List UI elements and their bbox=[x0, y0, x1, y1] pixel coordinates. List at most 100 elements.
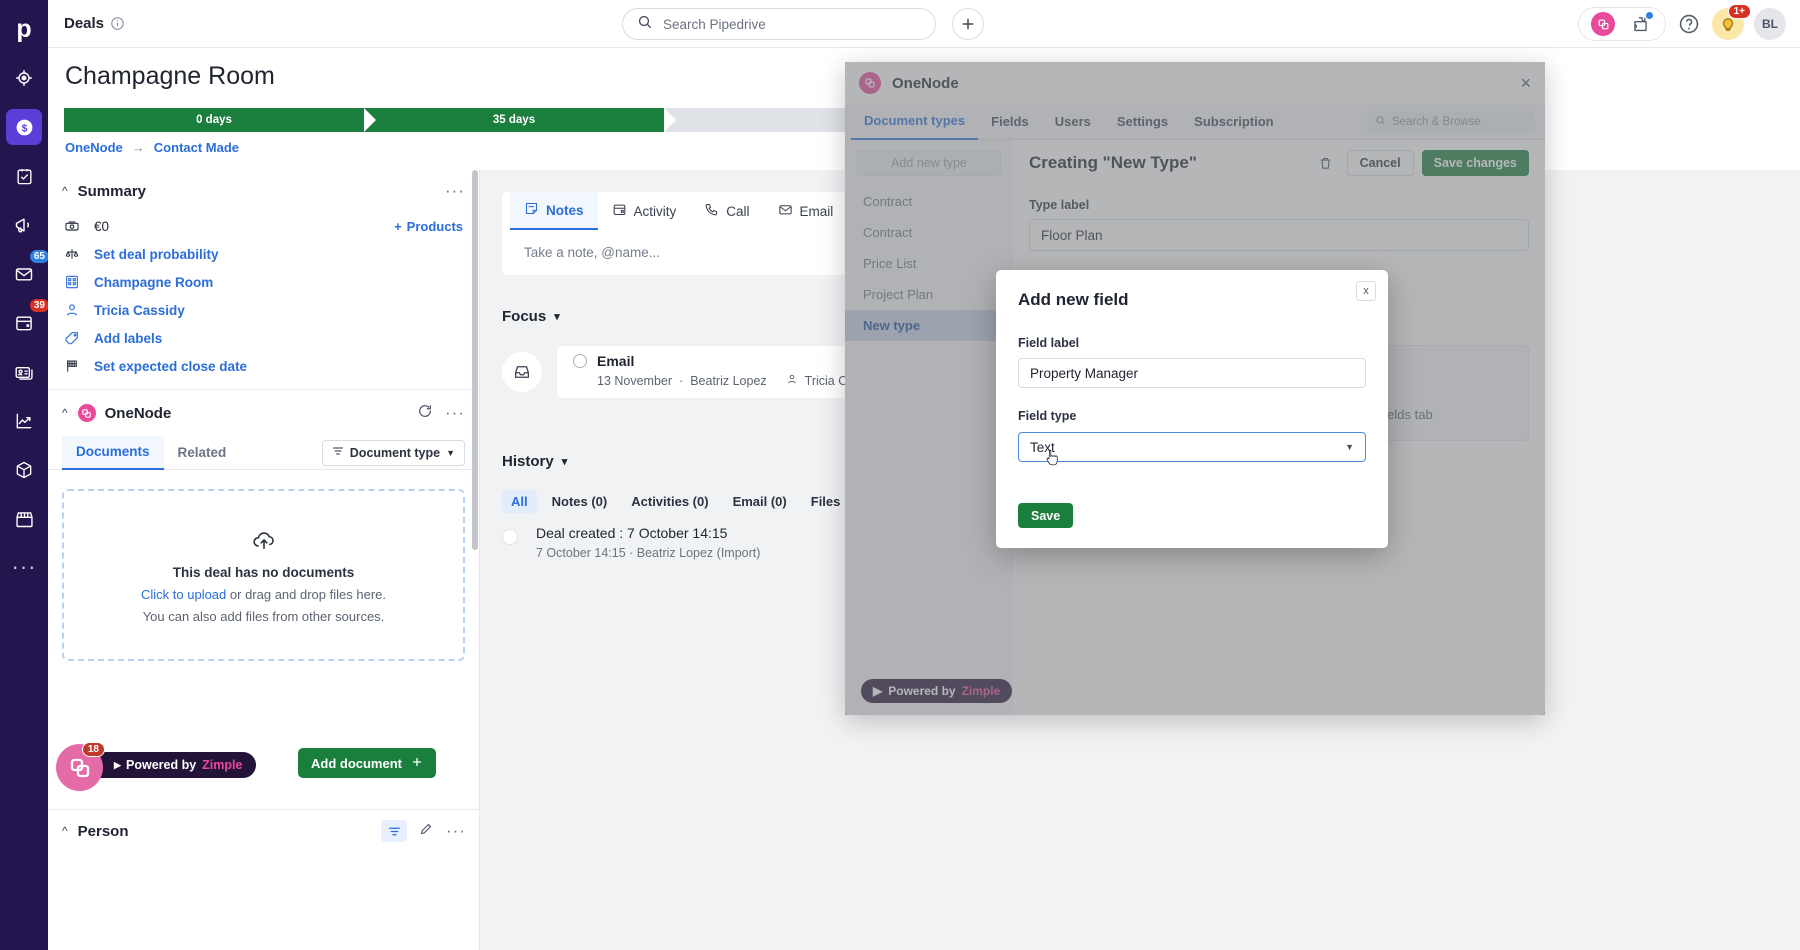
person-filter-icon[interactable] bbox=[381, 820, 408, 842]
onenode-more-button[interactable]: ··· bbox=[445, 404, 465, 421]
tab-activity[interactable]: Activity bbox=[598, 192, 691, 230]
document-dropzone[interactable]: This deal has no documents Click to uplo… bbox=[62, 489, 465, 661]
organization-link[interactable]: Champagne Room bbox=[94, 275, 213, 290]
stage-1[interactable]: 35 days bbox=[364, 108, 675, 132]
summary-section-header[interactable]: ^ Summary ··· bbox=[48, 170, 479, 212]
search-icon bbox=[637, 14, 653, 35]
chevron-up-icon[interactable]: ^ bbox=[62, 184, 68, 198]
tab-notes[interactable]: Notes bbox=[510, 192, 598, 230]
summary-more-button[interactable]: ··· bbox=[445, 182, 465, 199]
tab-call[interactable]: Call bbox=[690, 192, 763, 230]
summary-row-close-date[interactable]: Set expected close date bbox=[48, 352, 479, 380]
left-nav-rail: p $ 65 39 ··· bbox=[0, 0, 50, 950]
nav-item-contacts[interactable] bbox=[6, 354, 42, 390]
add-labels-link[interactable]: Add labels bbox=[94, 331, 162, 346]
activity-date: 13 November bbox=[597, 373, 673, 388]
play-triangle-icon: ▶ bbox=[114, 759, 121, 770]
person-edit-icon[interactable] bbox=[419, 821, 434, 841]
nav-item-activities[interactable] bbox=[6, 158, 42, 194]
zimple-name: Zimple bbox=[202, 758, 243, 772]
tab-email-label: Email bbox=[799, 203, 834, 219]
chevron-down-icon: ▼ bbox=[1345, 442, 1354, 452]
onenode-fab-button[interactable]: 18 bbox=[56, 742, 105, 791]
nav-item-marketplace[interactable] bbox=[6, 501, 42, 537]
mouse-cursor-pointer-icon bbox=[1044, 448, 1061, 474]
add-document-button[interactable]: Add document bbox=[298, 748, 436, 778]
activity-done-radio[interactable] bbox=[573, 354, 587, 368]
onenode-app-icon[interactable] bbox=[1591, 12, 1615, 36]
center-scrollbar[interactable] bbox=[472, 170, 478, 550]
nav-item-calendar[interactable]: 39 bbox=[6, 298, 50, 341]
help-icon[interactable] bbox=[1676, 11, 1702, 37]
click-to-upload-link[interactable]: Click to upload bbox=[141, 587, 226, 602]
phone-icon bbox=[704, 202, 719, 220]
nav-item-campaigns[interactable] bbox=[6, 207, 42, 243]
activity-author: Beatriz Lopez bbox=[690, 373, 767, 388]
add-new-button[interactable] bbox=[952, 8, 984, 40]
search-input[interactable]: Search Pipedrive bbox=[622, 8, 936, 40]
top-header: Deals Search Pipedrive 1+ BL bbox=[48, 0, 1800, 48]
info-icon[interactable] bbox=[110, 16, 125, 31]
set-close-date-link[interactable]: Set expected close date bbox=[94, 359, 247, 374]
nav-item-insights[interactable] bbox=[6, 403, 42, 439]
person-section-title: Person bbox=[77, 822, 129, 840]
timeline-dot-icon bbox=[502, 529, 518, 545]
separator-dot: · bbox=[679, 373, 684, 388]
history-filter-all[interactable]: All bbox=[502, 490, 537, 513]
summary-row-person[interactable]: Tricia Cassidy bbox=[48, 296, 479, 324]
calendar-badge: 39 bbox=[28, 298, 50, 313]
tab-documents[interactable]: Documents bbox=[62, 435, 164, 470]
chevron-up-icon[interactable]: ^ bbox=[62, 406, 68, 420]
tab-email[interactable]: Email bbox=[764, 192, 848, 230]
nav-item-mail[interactable]: 65 bbox=[6, 249, 50, 292]
tab-related[interactable]: Related bbox=[164, 436, 241, 470]
refresh-icon[interactable] bbox=[417, 403, 433, 424]
nav-more-button[interactable]: ··· bbox=[12, 554, 37, 580]
svg-text:$: $ bbox=[21, 122, 27, 134]
nav-item-leads[interactable] bbox=[6, 60, 42, 96]
person-link[interactable]: Tricia Cassidy bbox=[94, 303, 185, 318]
nav-item-deals[interactable]: $ bbox=[6, 109, 42, 145]
dropzone-line-1: Click to upload or drag and drop files h… bbox=[141, 587, 386, 602]
marketplace-apps-icon[interactable] bbox=[1627, 11, 1653, 37]
history-entry-meta: 7 October 14:15 · Beatriz Lopez (Import) bbox=[536, 546, 761, 560]
insights-icon bbox=[14, 411, 34, 431]
chevron-down-icon[interactable]: ▾ bbox=[562, 455, 568, 468]
chevron-down-icon[interactable]: ▾ bbox=[554, 310, 560, 323]
tips-bulb-button[interactable]: 1+ bbox=[1712, 4, 1751, 40]
summary-row-probability[interactable]: Set deal probability bbox=[48, 240, 479, 268]
dialog-save-button[interactable]: Save bbox=[1018, 503, 1074, 528]
mail-icon bbox=[14, 264, 34, 284]
onenode-section-header[interactable]: ^ OneNode ··· bbox=[48, 390, 479, 436]
person-more-button[interactable]: ··· bbox=[446, 822, 466, 839]
summary-row-organization[interactable]: Champagne Room bbox=[48, 268, 479, 296]
add-products-button[interactable]: + Products bbox=[394, 219, 463, 234]
focus-section-header[interactable]: Focus ▾ bbox=[502, 308, 560, 325]
add-document-label: Add document bbox=[311, 755, 402, 771]
summary-row-labels[interactable]: Add labels bbox=[48, 324, 479, 352]
history-filter-email[interactable]: Email (0) bbox=[724, 490, 796, 513]
user-avatar[interactable]: BL bbox=[1754, 8, 1786, 40]
dropzone-title: This deal has no documents bbox=[172, 564, 355, 580]
plus-icon: + bbox=[394, 218, 402, 234]
flag-icon bbox=[64, 358, 84, 374]
chevron-up-icon[interactable]: ^ bbox=[62, 824, 68, 838]
pipedrive-logo-icon[interactable]: p bbox=[7, 12, 41, 46]
breadcrumb-root[interactable]: OneNode bbox=[65, 140, 123, 155]
global-search[interactable]: Search Pipedrive bbox=[622, 8, 936, 40]
set-deal-probability-link[interactable]: Set deal probability bbox=[94, 247, 219, 262]
stage-0[interactable]: 0 days bbox=[64, 108, 375, 132]
nav-item-products[interactable] bbox=[6, 452, 42, 488]
breadcrumb-current[interactable]: Contact Made bbox=[154, 140, 239, 155]
history-filter-activities[interactable]: Activities (0) bbox=[622, 490, 717, 513]
document-type-filter-button[interactable]: Document type ▼ bbox=[321, 439, 465, 466]
field-label-input[interactable]: Property Manager bbox=[1018, 358, 1366, 388]
history-entry-title: Deal created : 7 October 14:15 bbox=[536, 525, 728, 541]
history-section-header[interactable]: History ▾ bbox=[502, 453, 567, 470]
history-filter-files[interactable]: Files bbox=[802, 490, 850, 513]
dialog-close-button[interactable]: x bbox=[1356, 281, 1376, 301]
history-filter-notes[interactable]: Notes (0) bbox=[543, 490, 617, 513]
field-type-select[interactable]: Text ▼ bbox=[1018, 432, 1366, 462]
label-icon bbox=[64, 330, 84, 346]
stage-label: 35 days bbox=[492, 114, 536, 126]
